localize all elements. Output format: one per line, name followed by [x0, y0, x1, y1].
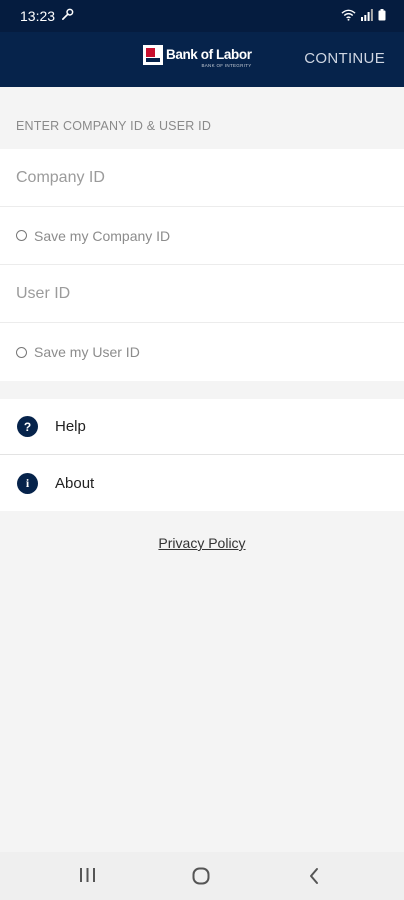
system-nav-bar — [0, 852, 404, 900]
save-company-radio-icon[interactable] — [16, 230, 27, 241]
save-user-radio-icon[interactable] — [16, 346, 27, 358]
bank-logo: Bank of Labor BANK OF INTEGRITY — [143, 45, 252, 75]
wifi-icon — [341, 8, 356, 24]
privacy-policy-link[interactable]: Privacy Policy — [0, 535, 404, 551]
company-id-input[interactable] — [16, 168, 376, 187]
logo-tagline: BANK OF INTEGRITY — [201, 62, 252, 68]
info-icon: i — [17, 472, 38, 494]
menu-item-about-label: About — [55, 474, 95, 492]
question-icon: ? — [17, 416, 38, 437]
status-time: 13:23 — [20, 8, 56, 24]
section-title: ENTER COMPANY ID & USER ID — [16, 119, 212, 133]
status-bar: 13:23 — [0, 0, 404, 32]
user-id-input[interactable] — [16, 284, 376, 303]
home-icon[interactable] — [192, 867, 210, 885]
company-id-row — [0, 149, 404, 207]
user-id-row — [0, 265, 404, 323]
status-right — [341, 8, 386, 24]
menu-item-about[interactable]: i About — [0, 455, 404, 511]
back-icon[interactable] — [308, 867, 320, 885]
login-card: Save my Company ID Save my User ID — [0, 149, 404, 381]
recent-apps-icon[interactable] — [79, 867, 96, 883]
wrench-icon — [61, 8, 74, 24]
save-company-id-label: Save my Company ID — [34, 227, 171, 244]
status-left: 13:23 — [20, 8, 74, 24]
continue-button[interactable]: CONTINUE — [304, 50, 385, 67]
app-bar: Bank of Labor BANK OF INTEGRITY CONTINUE — [0, 32, 404, 87]
save-company-id-option[interactable]: Save my Company ID — [0, 207, 404, 265]
menu-card: ? Help i About — [0, 399, 404, 511]
save-user-id-label: Save my User ID — [34, 344, 140, 360]
bank-logo-mark-icon — [143, 45, 163, 65]
logo-text: Bank of Labor BANK OF INTEGRITY — [166, 45, 252, 68]
save-user-id-option[interactable]: Save my User ID — [0, 323, 404, 381]
battery-icon — [378, 8, 386, 24]
menu-item-help[interactable]: ? Help — [0, 399, 404, 455]
menu-item-help-label: Help — [55, 418, 86, 435]
signal-icon — [361, 8, 373, 24]
logo-name: Bank of Labor — [166, 47, 252, 62]
